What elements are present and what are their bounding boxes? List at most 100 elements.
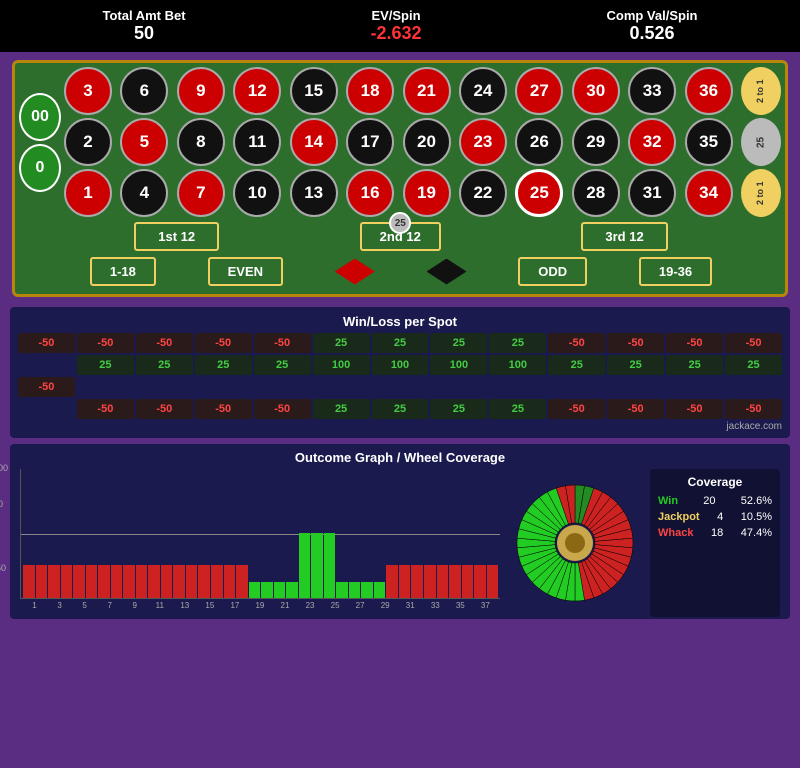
bar-16: [224, 565, 236, 598]
num-cell-5[interactable]: 5: [120, 118, 168, 166]
num-cell-4[interactable]: 4: [120, 169, 168, 217]
wl-cell-0-2: -50: [136, 333, 193, 353]
btn-1-18[interactable]: 1-18: [90, 257, 156, 286]
num-cell-10[interactable]: 10: [233, 169, 281, 217]
num-cell-32[interactable]: 32: [628, 118, 676, 166]
bar-34: [449, 565, 461, 598]
num-cell-29[interactable]: 29: [572, 118, 620, 166]
dozen-row: 1st 12 25 2nd 12 3rd 12: [64, 217, 738, 254]
num-cell-15[interactable]: 15: [290, 67, 338, 115]
chart-area: 100 50 0 -50: [20, 469, 500, 599]
dozen-2nd[interactable]: 25 2nd 12: [360, 222, 441, 251]
wl-cell-3-3: -50: [195, 399, 252, 419]
bar-36: [474, 565, 486, 598]
num-cell-23[interactable]: 23: [459, 118, 507, 166]
num-cell-11[interactable]: 11: [233, 118, 281, 166]
stats-bar: Total Amt Bet 50 EV/Spin -2.632 Comp Val…: [0, 0, 800, 52]
btn-odd[interactable]: ODD: [518, 257, 587, 286]
btn-19-36[interactable]: 19-36: [639, 257, 712, 286]
num-cell-28[interactable]: 28: [572, 169, 620, 217]
bar-pos: [361, 582, 373, 598]
bar-14: [198, 565, 210, 598]
num-cell-30[interactable]: 30: [572, 67, 620, 115]
dozen-chip: 25: [389, 212, 411, 234]
num-cell-6[interactable]: 6: [120, 67, 168, 115]
num-cell-24[interactable]: 24: [459, 67, 507, 115]
wl-cell-2-12: [725, 377, 782, 397]
x-label-31: 31: [398, 601, 423, 610]
num-cell-33[interactable]: 33: [628, 67, 676, 115]
bar-pos: [311, 533, 323, 598]
num-cell-31[interactable]: 31: [628, 169, 676, 217]
num-cell-2[interactable]: 2: [64, 118, 112, 166]
num-cell-16[interactable]: 16: [346, 169, 394, 217]
num-cell-36[interactable]: 36: [685, 67, 733, 115]
num-cell-8[interactable]: 8: [177, 118, 225, 166]
num-cell-35[interactable]: 35: [685, 118, 733, 166]
num-cell-1[interactable]: 1: [64, 169, 112, 217]
num-cell-3[interactable]: 3: [64, 67, 112, 115]
bar-30: [399, 565, 411, 598]
num-cell-14[interactable]: 14: [290, 118, 338, 166]
num-cell-26[interactable]: 26: [515, 118, 563, 166]
bar-pos: [261, 582, 273, 598]
wl-cell-1-1: 25: [77, 355, 134, 375]
bar-neg: [48, 565, 60, 598]
num-cell-17[interactable]: 17: [346, 118, 394, 166]
num-cell-20[interactable]: 20: [403, 118, 451, 166]
total-amt-bet-block: Total Amt Bet 50: [102, 8, 185, 44]
wl-cell-0-1: -50: [77, 333, 134, 353]
bar-neg: [211, 565, 223, 598]
num-cell-12[interactable]: 12: [233, 67, 281, 115]
numbers-grid: 3691215182124273033362581114172023262932…: [64, 67, 738, 217]
y-label-100: 100: [0, 463, 8, 473]
bar-neg: [399, 565, 411, 598]
wl-cell-0-5: 25: [313, 333, 370, 353]
ev-spin-value: -2.632: [370, 23, 421, 44]
wl-cell-1-6: 100: [372, 355, 429, 375]
bar-pos: [299, 533, 311, 598]
wl-cell-3-2: -50: [136, 399, 193, 419]
num-cell-13[interactable]: 13: [290, 169, 338, 217]
dozen-3rd[interactable]: 3rd 12: [581, 222, 667, 251]
dozen-1st[interactable]: 1st 12: [134, 222, 219, 251]
x-label-15: 15: [197, 601, 222, 610]
bar-pos: [324, 533, 336, 598]
wl-cell-2-2: [136, 377, 193, 397]
num-cell-18[interactable]: 18: [346, 67, 394, 115]
black-diamond[interactable]: [427, 259, 467, 285]
comp-val-block: Comp Val/Spin 0.526: [606, 8, 697, 44]
bar-37: [487, 565, 499, 598]
num-cell-19[interactable]: 19: [403, 169, 451, 217]
zero-0[interactable]: 0: [19, 144, 61, 192]
wl-cell-0-10: -50: [607, 333, 664, 353]
wl-cell-2-9: [548, 377, 605, 397]
wheel-center: [565, 533, 585, 553]
wl-cell-1-8: 100: [489, 355, 546, 375]
wl-cell-1-7: 100: [430, 355, 487, 375]
num-cell-22[interactable]: 22: [459, 169, 507, 217]
bar-13: [186, 565, 198, 598]
wl-cell-0-12: -50: [725, 333, 782, 353]
bar-23: [311, 533, 323, 598]
x-label-5: 5: [72, 601, 97, 610]
bar-neg: [411, 565, 423, 598]
num-cell-27[interactable]: 27: [515, 67, 563, 115]
total-amt-bet-label: Total Amt Bet: [102, 8, 185, 23]
coverage-whack-pct: 47.4%: [741, 527, 772, 539]
bar-neg: [186, 565, 198, 598]
num-cell-7[interactable]: 7: [177, 169, 225, 217]
num-cell-25[interactable]: 25: [515, 169, 563, 217]
red-diamond[interactable]: [335, 259, 375, 285]
num-cell-9[interactable]: 9: [177, 67, 225, 115]
x-label-17: 17: [222, 601, 247, 610]
num-cell-21[interactable]: 21: [403, 67, 451, 115]
bar-21: [286, 582, 298, 598]
wl-cell-0-0: -50: [18, 333, 75, 353]
num-cell-34[interactable]: 34: [685, 169, 733, 217]
coverage-whack-count: 18: [711, 527, 723, 539]
zero-00[interactable]: 00: [19, 93, 61, 141]
btn-even[interactable]: EVEN: [208, 257, 283, 286]
wl-cell-0-9: -50: [548, 333, 605, 353]
coverage-panel: Coverage Win 20 52.6% Jackpot 4 10.5% Wh…: [650, 469, 780, 617]
